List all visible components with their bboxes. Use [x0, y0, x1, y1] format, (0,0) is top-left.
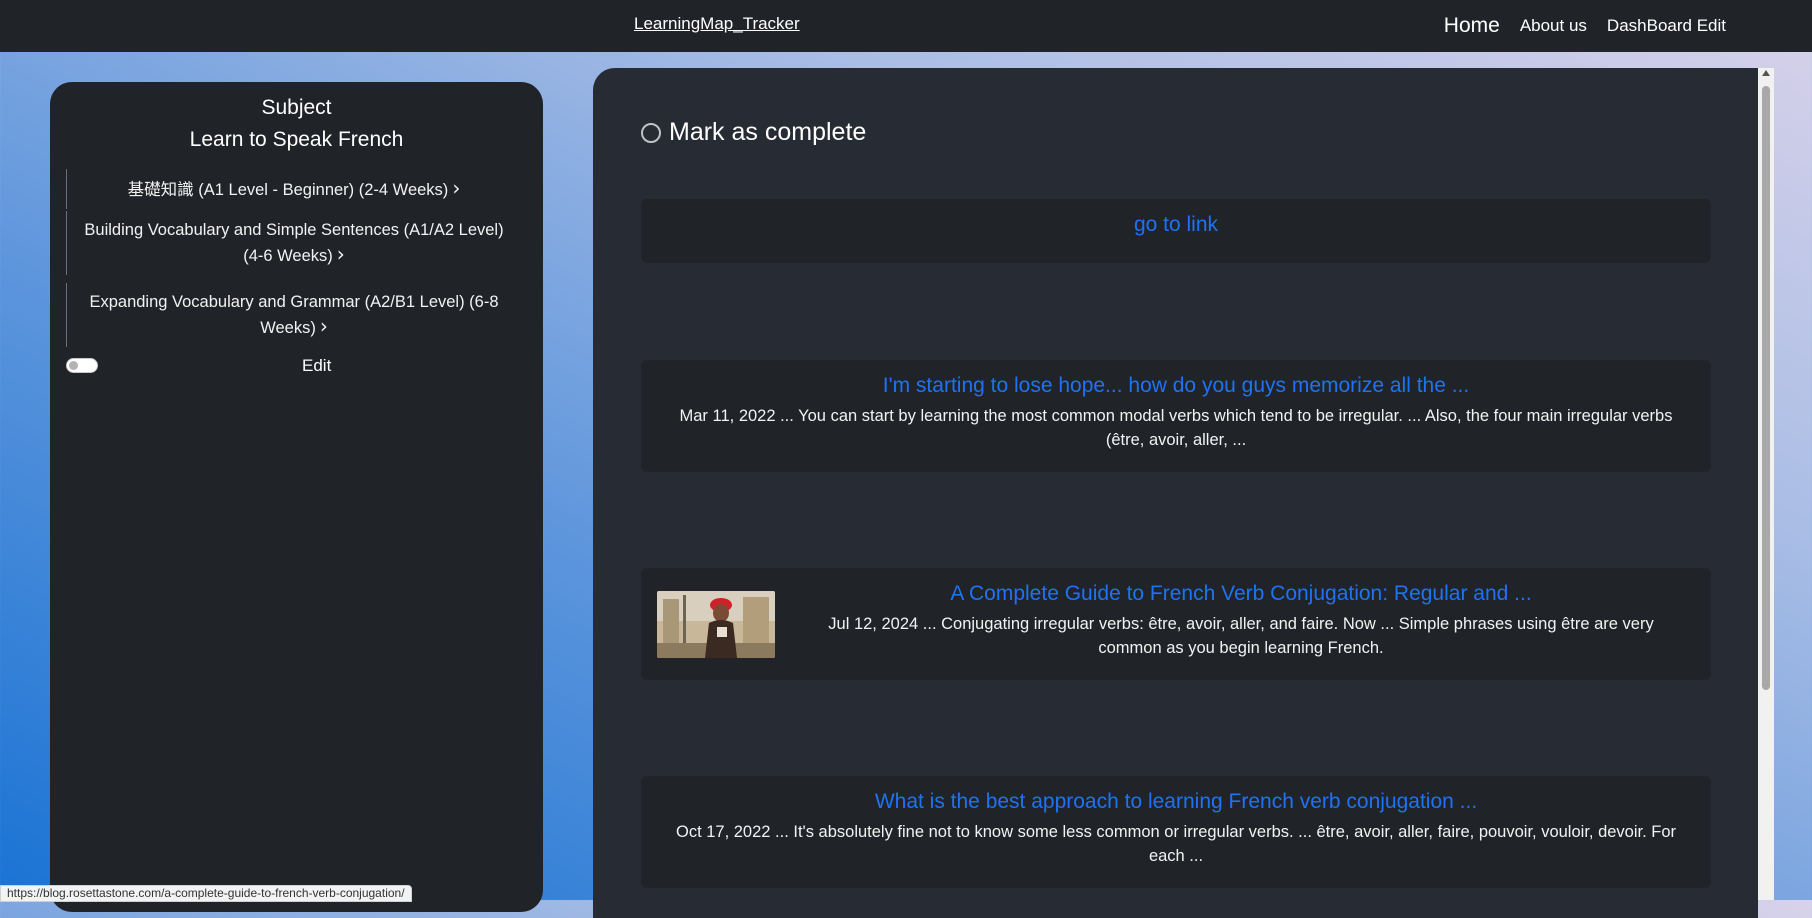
edit-toggle-switch[interactable] — [66, 358, 98, 373]
complete-radio-icon[interactable] — [641, 122, 661, 143]
result-title-link[interactable]: A Complete Guide to French Verb Conjugat… — [641, 582, 1711, 606]
content-scrollbar[interactable] — [1758, 68, 1774, 900]
chevron-right-icon: › — [319, 314, 328, 338]
edit-label: Edit — [302, 356, 332, 375]
result-thumbnail-image[interactable] — [657, 591, 775, 658]
result-snippet: Jul 12, 2024 ... Conjugating irregular v… — [828, 615, 1654, 657]
sidebar-item-label: Expanding Vocabulary and Grammar (A2/B1 … — [89, 293, 499, 338]
result-card: What is the best approach to learning Fr… — [641, 776, 1711, 888]
result-card: A Complete Guide to French Verb Conjugat… — [641, 568, 1711, 680]
mark-complete-control[interactable]: Mark as complete — [641, 118, 866, 147]
subject-title: Learn to Speak French — [189, 128, 404, 151]
result-card: I'm starting to lose hope... how do you … — [641, 360, 1711, 472]
status-hover-url: https://blog.rosettastone.com/a-complete… — [0, 885, 412, 902]
main-nav: Home About us DashBoard Edit — [1444, 0, 1726, 52]
sidebar-item-label: 基礎知識 (A1 Level - Beginner) (2-4 Weeks) › — [127, 176, 461, 200]
brand-link[interactable]: LearningMap_Tracker — [634, 14, 800, 34]
sidebar-item-expanding-vocabulary[interactable]: Expanding Vocabulary and Grammar (A2/B1 … — [66, 283, 521, 347]
content-panel: Mark as complete go to link I'm starting… — [593, 68, 1758, 918]
sidebar-item-a1-basics[interactable]: 基礎知識 (A1 Level - Beginner) (2-4 Weeks) › — [66, 169, 521, 209]
result-title-link[interactable]: What is the best approach to learning Fr… — [641, 790, 1711, 814]
scroll-up-arrow-icon[interactable] — [1762, 70, 1770, 76]
scrollbar-thumb[interactable] — [1762, 86, 1770, 690]
result-snippet: Mar 11, 2022 ... You can start by learni… — [679, 407, 1673, 449]
result-snippet: Oct 17, 2022 ... It's absolutely fine no… — [675, 823, 1677, 865]
top-navbar: LearningMap_Tracker Home About us DashBo… — [0, 0, 1812, 52]
sidebar-item-building-vocabulary[interactable]: Building Vocabulary and Simple Sentences… — [66, 211, 521, 275]
nav-dashboard-edit-link[interactable]: DashBoard Edit — [1607, 16, 1726, 36]
go-to-link-card: go to link — [641, 199, 1711, 263]
sidebar-panel: Subject Learn to Speak French 基礎知識 (A1 L… — [50, 82, 543, 912]
sidebar-item-label: Building Vocabulary and Simple Sentences… — [84, 221, 504, 266]
result-title-link[interactable]: I'm starting to lose hope... how do you … — [641, 374, 1711, 398]
go-to-link[interactable]: go to link — [641, 213, 1711, 237]
subject-label: Subject — [261, 96, 332, 119]
chevron-right-icon: › — [336, 242, 345, 266]
nav-home-link[interactable]: Home — [1444, 14, 1500, 38]
mark-complete-label: Mark as complete — [669, 118, 867, 146]
nav-about-link[interactable]: About us — [1520, 16, 1587, 36]
chevron-right-icon: › — [452, 176, 461, 200]
